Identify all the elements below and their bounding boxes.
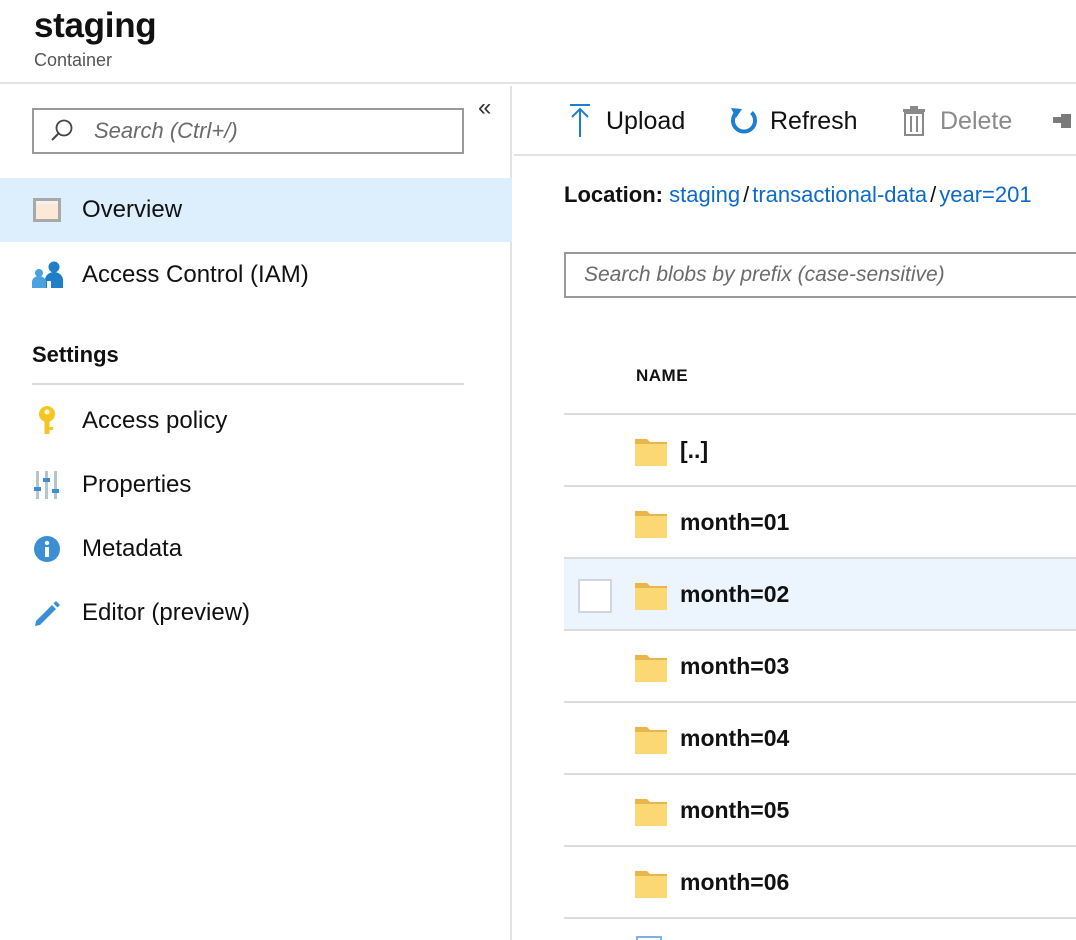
- search-icon: [48, 117, 76, 145]
- sidebar-item-access-control[interactable]: Access Control (IAM): [0, 243, 512, 307]
- folder-icon: [635, 799, 667, 826]
- breadcrumb-link-year[interactable]: year=201: [939, 182, 1031, 207]
- row-name: [..]: [680, 437, 709, 463]
- key-icon: [31, 405, 63, 437]
- sidebar-item-label: Access Control (IAM): [82, 261, 309, 288]
- blob-search-box[interactable]: [564, 252, 1076, 298]
- page-title: staging: [34, 6, 157, 45]
- breadcrumb-separator: /: [930, 182, 937, 207]
- refresh-button[interactable]: Refresh: [728, 100, 858, 142]
- table-row[interactable]: month=01: [564, 487, 1076, 559]
- breadcrumb-link-staging[interactable]: staging: [669, 182, 740, 207]
- pencil-icon: [31, 597, 63, 629]
- breadcrumb-separator: /: [743, 182, 750, 207]
- row-checkbox[interactable]: [578, 579, 612, 613]
- settings-section-title: Settings: [32, 342, 119, 367]
- blob-search-input[interactable]: [566, 254, 1076, 296]
- blob-table: [..] month=01 month=02 month=03 month=04…: [564, 413, 1076, 919]
- table-row[interactable]: month=04: [564, 703, 1076, 775]
- location-breadcrumb: Location: staging / transactional-data / yea…: [564, 182, 1032, 208]
- table-row[interactable]: month=03: [564, 631, 1076, 703]
- lease-icon: [1050, 103, 1076, 139]
- folder-icon: [635, 871, 667, 898]
- row-name: month=06: [680, 869, 790, 895]
- row-name: month=05: [680, 797, 790, 823]
- row-name: month=04: [680, 725, 790, 751]
- name-column-header[interactable]: NAME: [636, 366, 688, 386]
- folder-icon: [635, 439, 667, 466]
- users-icon: [31, 259, 63, 291]
- table-row[interactable]: month=06: [564, 847, 1076, 919]
- trash-icon: [898, 103, 930, 139]
- sidebar-item-editor[interactable]: Editor (preview): [0, 581, 512, 645]
- row-name: month=01: [680, 509, 790, 535]
- location-label: Location:: [564, 182, 663, 207]
- sidebar-item-label: Metadata: [82, 535, 183, 562]
- delete-button[interactable]: Delete: [898, 100, 1012, 142]
- row-name: month=03: [680, 653, 790, 679]
- sidebar: « Overview Access Control (IAM) Settings…: [0, 86, 512, 940]
- info-icon: [31, 533, 63, 565]
- collapse-sidebar-button[interactable]: «: [478, 96, 491, 120]
- table-row-parent[interactable]: [..]: [564, 415, 1076, 487]
- page-header: staging Container: [0, 0, 1076, 84]
- breadcrumb-link-transactional-data[interactable]: transactional-data: [752, 182, 927, 207]
- table-row[interactable]: month=05: [564, 775, 1076, 847]
- sidebar-item-overview[interactable]: Overview: [0, 178, 512, 242]
- table-row-hovered[interactable]: month=02: [564, 559, 1076, 631]
- sidebar-item-access-policy[interactable]: Access policy: [0, 389, 512, 453]
- sliders-icon: [31, 469, 63, 501]
- folder-icon: [635, 511, 667, 538]
- upload-button[interactable]: Upload: [564, 100, 685, 142]
- delete-label: Delete: [940, 106, 1013, 135]
- sidebar-item-label: Properties: [82, 471, 192, 498]
- overview-icon: [31, 194, 63, 226]
- row-name: month=02: [680, 581, 790, 607]
- sidebar-item-properties[interactable]: Properties: [0, 453, 512, 517]
- refresh-icon: [728, 103, 760, 139]
- refresh-label: Refresh: [770, 106, 858, 135]
- section-divider: [32, 383, 464, 385]
- main-pane: Upload Refresh Delete Location: staging /…: [514, 86, 1076, 940]
- folder-icon: [635, 583, 667, 610]
- sidebar-search[interactable]: [32, 108, 464, 154]
- folder-icon: [635, 727, 667, 754]
- upload-label: Upload: [606, 106, 686, 135]
- file-icon: [636, 936, 662, 940]
- sidebar-item-label: Access policy: [82, 407, 228, 434]
- page-subtitle: Container: [34, 50, 113, 70]
- folder-icon: [635, 655, 667, 682]
- toolbar: Upload Refresh Delete: [514, 86, 1076, 156]
- more-toolbar-button[interactable]: [1050, 100, 1076, 142]
- sidebar-search-input[interactable]: [94, 118, 454, 144]
- sidebar-item-label: Overview: [82, 196, 183, 223]
- upload-icon: [564, 103, 596, 139]
- sidebar-item-label: Editor (preview): [82, 599, 251, 626]
- sidebar-item-metadata[interactable]: Metadata: [0, 517, 512, 581]
